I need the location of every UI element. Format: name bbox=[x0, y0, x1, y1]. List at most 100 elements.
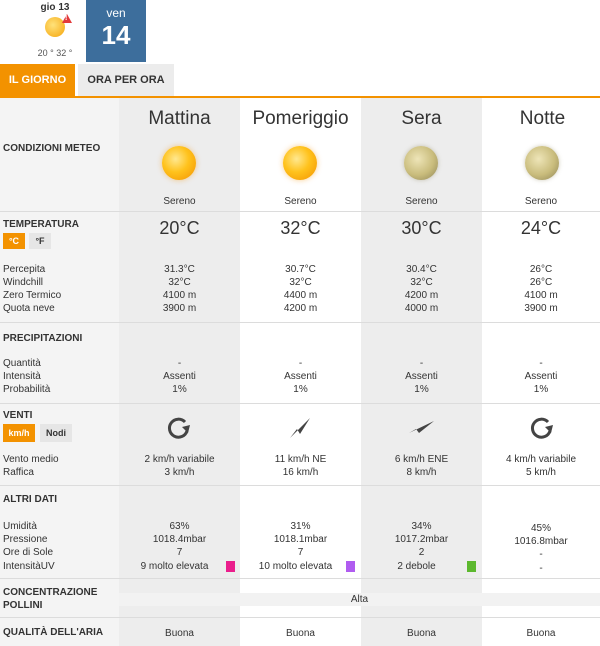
sun-hours-value: 7 bbox=[297, 547, 304, 558]
moon-icon bbox=[404, 146, 438, 180]
day-number: 14 bbox=[101, 20, 131, 50]
probability-value: 1% bbox=[172, 384, 187, 395]
section-temperature: TEMPERATURA bbox=[3, 219, 79, 230]
label-sun-hours: Ore di Sole bbox=[3, 547, 54, 558]
wind-arrow-ene-icon bbox=[409, 421, 434, 433]
pressure-value: 1018.4mbar bbox=[152, 534, 207, 545]
period-evening: Sera bbox=[401, 108, 442, 129]
day-card-selected[interactable]: ven 14 bbox=[86, 0, 146, 62]
snow-value: 3900 m bbox=[162, 303, 197, 314]
uv-color-swatch bbox=[346, 561, 355, 572]
intensity-value: Assenti bbox=[284, 371, 317, 382]
gust-value: 3 km/h bbox=[164, 467, 195, 478]
sun-icon bbox=[283, 146, 317, 180]
condition-text: Sereno bbox=[284, 196, 317, 207]
uv-color-swatch bbox=[226, 561, 235, 572]
knots-button[interactable]: Nodi bbox=[40, 424, 72, 442]
divider bbox=[0, 322, 600, 323]
label-pressure: Pressione bbox=[3, 534, 48, 545]
temp-main: 30°C bbox=[401, 218, 442, 238]
day-temps: 20 ° 32 ° bbox=[37, 48, 73, 58]
uv-value: - bbox=[539, 563, 543, 574]
perceived-value: 30.7°C bbox=[285, 264, 316, 275]
pressure-value: 1018.1mbar bbox=[273, 534, 328, 545]
sun-icon bbox=[162, 146, 196, 180]
intensity-value: Assenti bbox=[405, 371, 438, 382]
temp-main: 20°C bbox=[159, 218, 200, 238]
humidity-value: 34% bbox=[411, 521, 432, 532]
intensity-value: Assenti bbox=[524, 371, 558, 382]
windchill-value: 32°C bbox=[289, 277, 312, 288]
period-morning: Mattina bbox=[148, 108, 211, 129]
perceived-value: 26°C bbox=[529, 264, 553, 275]
probability-value: 1% bbox=[293, 384, 308, 395]
freezing-value: 4200 m bbox=[404, 290, 439, 301]
label-probability: Probabilità bbox=[3, 384, 51, 395]
period-night: Notte bbox=[519, 108, 566, 129]
uv-color-swatch bbox=[467, 561, 476, 572]
freezing-value: 4400 m bbox=[283, 290, 318, 301]
condition-text: Sereno bbox=[163, 196, 196, 207]
day-label: gio 13 bbox=[40, 2, 70, 13]
probability-value: 1% bbox=[533, 384, 549, 395]
fahrenheit-button[interactable]: °F bbox=[29, 233, 51, 249]
air-value: Buona bbox=[165, 628, 194, 639]
label-quantity: Quantità bbox=[3, 358, 41, 369]
label-snow: Quota neve bbox=[3, 303, 55, 314]
divider bbox=[0, 578, 600, 579]
period-afternoon: Pomeriggio bbox=[252, 108, 349, 129]
windchill-value: 32°C bbox=[168, 277, 191, 288]
section-air: QUALITÀ DELL'ARIA bbox=[3, 627, 104, 638]
freezing-value: 4100 m bbox=[524, 290, 558, 301]
label-avg-wind: Vento medio bbox=[3, 454, 59, 465]
intensity-value: Assenti bbox=[163, 371, 196, 382]
snow-value: 4200 m bbox=[283, 303, 318, 314]
condition-text: Sereno bbox=[405, 196, 438, 207]
quantity-value: - bbox=[419, 358, 424, 369]
label-uv: IntensitàUV bbox=[3, 561, 55, 572]
label-freezing: Zero Termico bbox=[3, 290, 62, 301]
avg-wind-value: 2 km/h variabile bbox=[144, 454, 215, 465]
probability-value: 1% bbox=[414, 384, 429, 395]
sun-hours-value: 2 bbox=[418, 547, 425, 558]
celsius-button[interactable]: °C bbox=[3, 233, 25, 249]
gust-value: 8 km/h bbox=[406, 467, 437, 478]
label-windchill: Windchill bbox=[3, 277, 44, 288]
warning-mark: ! bbox=[65, 15, 68, 22]
air-value: Buona bbox=[526, 628, 556, 639]
snow-value: 4000 m bbox=[404, 303, 439, 314]
quantity-value: - bbox=[539, 358, 543, 369]
day-card-prev[interactable]: gio 13 ! 20 ° 32 ° bbox=[24, 0, 86, 62]
quantity-value: - bbox=[298, 358, 303, 369]
temp-main: 24°C bbox=[520, 218, 562, 238]
pressure-value: 1016.8mbar bbox=[514, 536, 568, 547]
wind-variable-icon bbox=[530, 417, 553, 439]
section-other: ALTRI DATI bbox=[3, 494, 58, 505]
gust-value: 16 km/h bbox=[282, 467, 319, 478]
wind-variable-icon bbox=[167, 417, 190, 439]
tab-hourly[interactable]: ORA PER ORA bbox=[78, 64, 174, 96]
snow-value: 3900 m bbox=[524, 303, 558, 314]
pressure-value: 1017.2mbar bbox=[394, 534, 449, 545]
divider bbox=[0, 617, 600, 618]
section-pollen: CONCENTRAZIONE POLLINI bbox=[3, 587, 98, 611]
kmh-button[interactable]: km/h bbox=[3, 424, 35, 442]
uv-value: 2 debole bbox=[397, 561, 436, 572]
avg-wind-value: 4 km/h variabile bbox=[505, 454, 577, 465]
gust-value: 5 km/h bbox=[525, 467, 556, 478]
day-label: ven bbox=[106, 6, 126, 20]
sun-hours-value: - bbox=[539, 549, 543, 560]
avg-wind-value: 6 km/h ENE bbox=[394, 454, 449, 465]
quantity-value: - bbox=[177, 358, 182, 369]
condition-text: Sereno bbox=[524, 196, 558, 207]
section-precipitation: PRECIPITAZIONI bbox=[3, 333, 83, 344]
air-value: Buona bbox=[286, 628, 315, 639]
windchill-value: 32°C bbox=[410, 277, 433, 288]
sun-hours-value: 7 bbox=[176, 547, 183, 558]
label-humidity: Umidità bbox=[3, 521, 37, 532]
day-selector: gio 13 ! 20 ° 32 ° ven 14 bbox=[0, 0, 600, 64]
windchill-value: 26°C bbox=[529, 277, 553, 288]
tab-day[interactable]: IL GIORNO bbox=[0, 64, 75, 96]
uv-value: 10 molto elevata bbox=[258, 561, 333, 572]
view-tabs: IL GIORNO ORA PER ORA bbox=[0, 64, 600, 98]
